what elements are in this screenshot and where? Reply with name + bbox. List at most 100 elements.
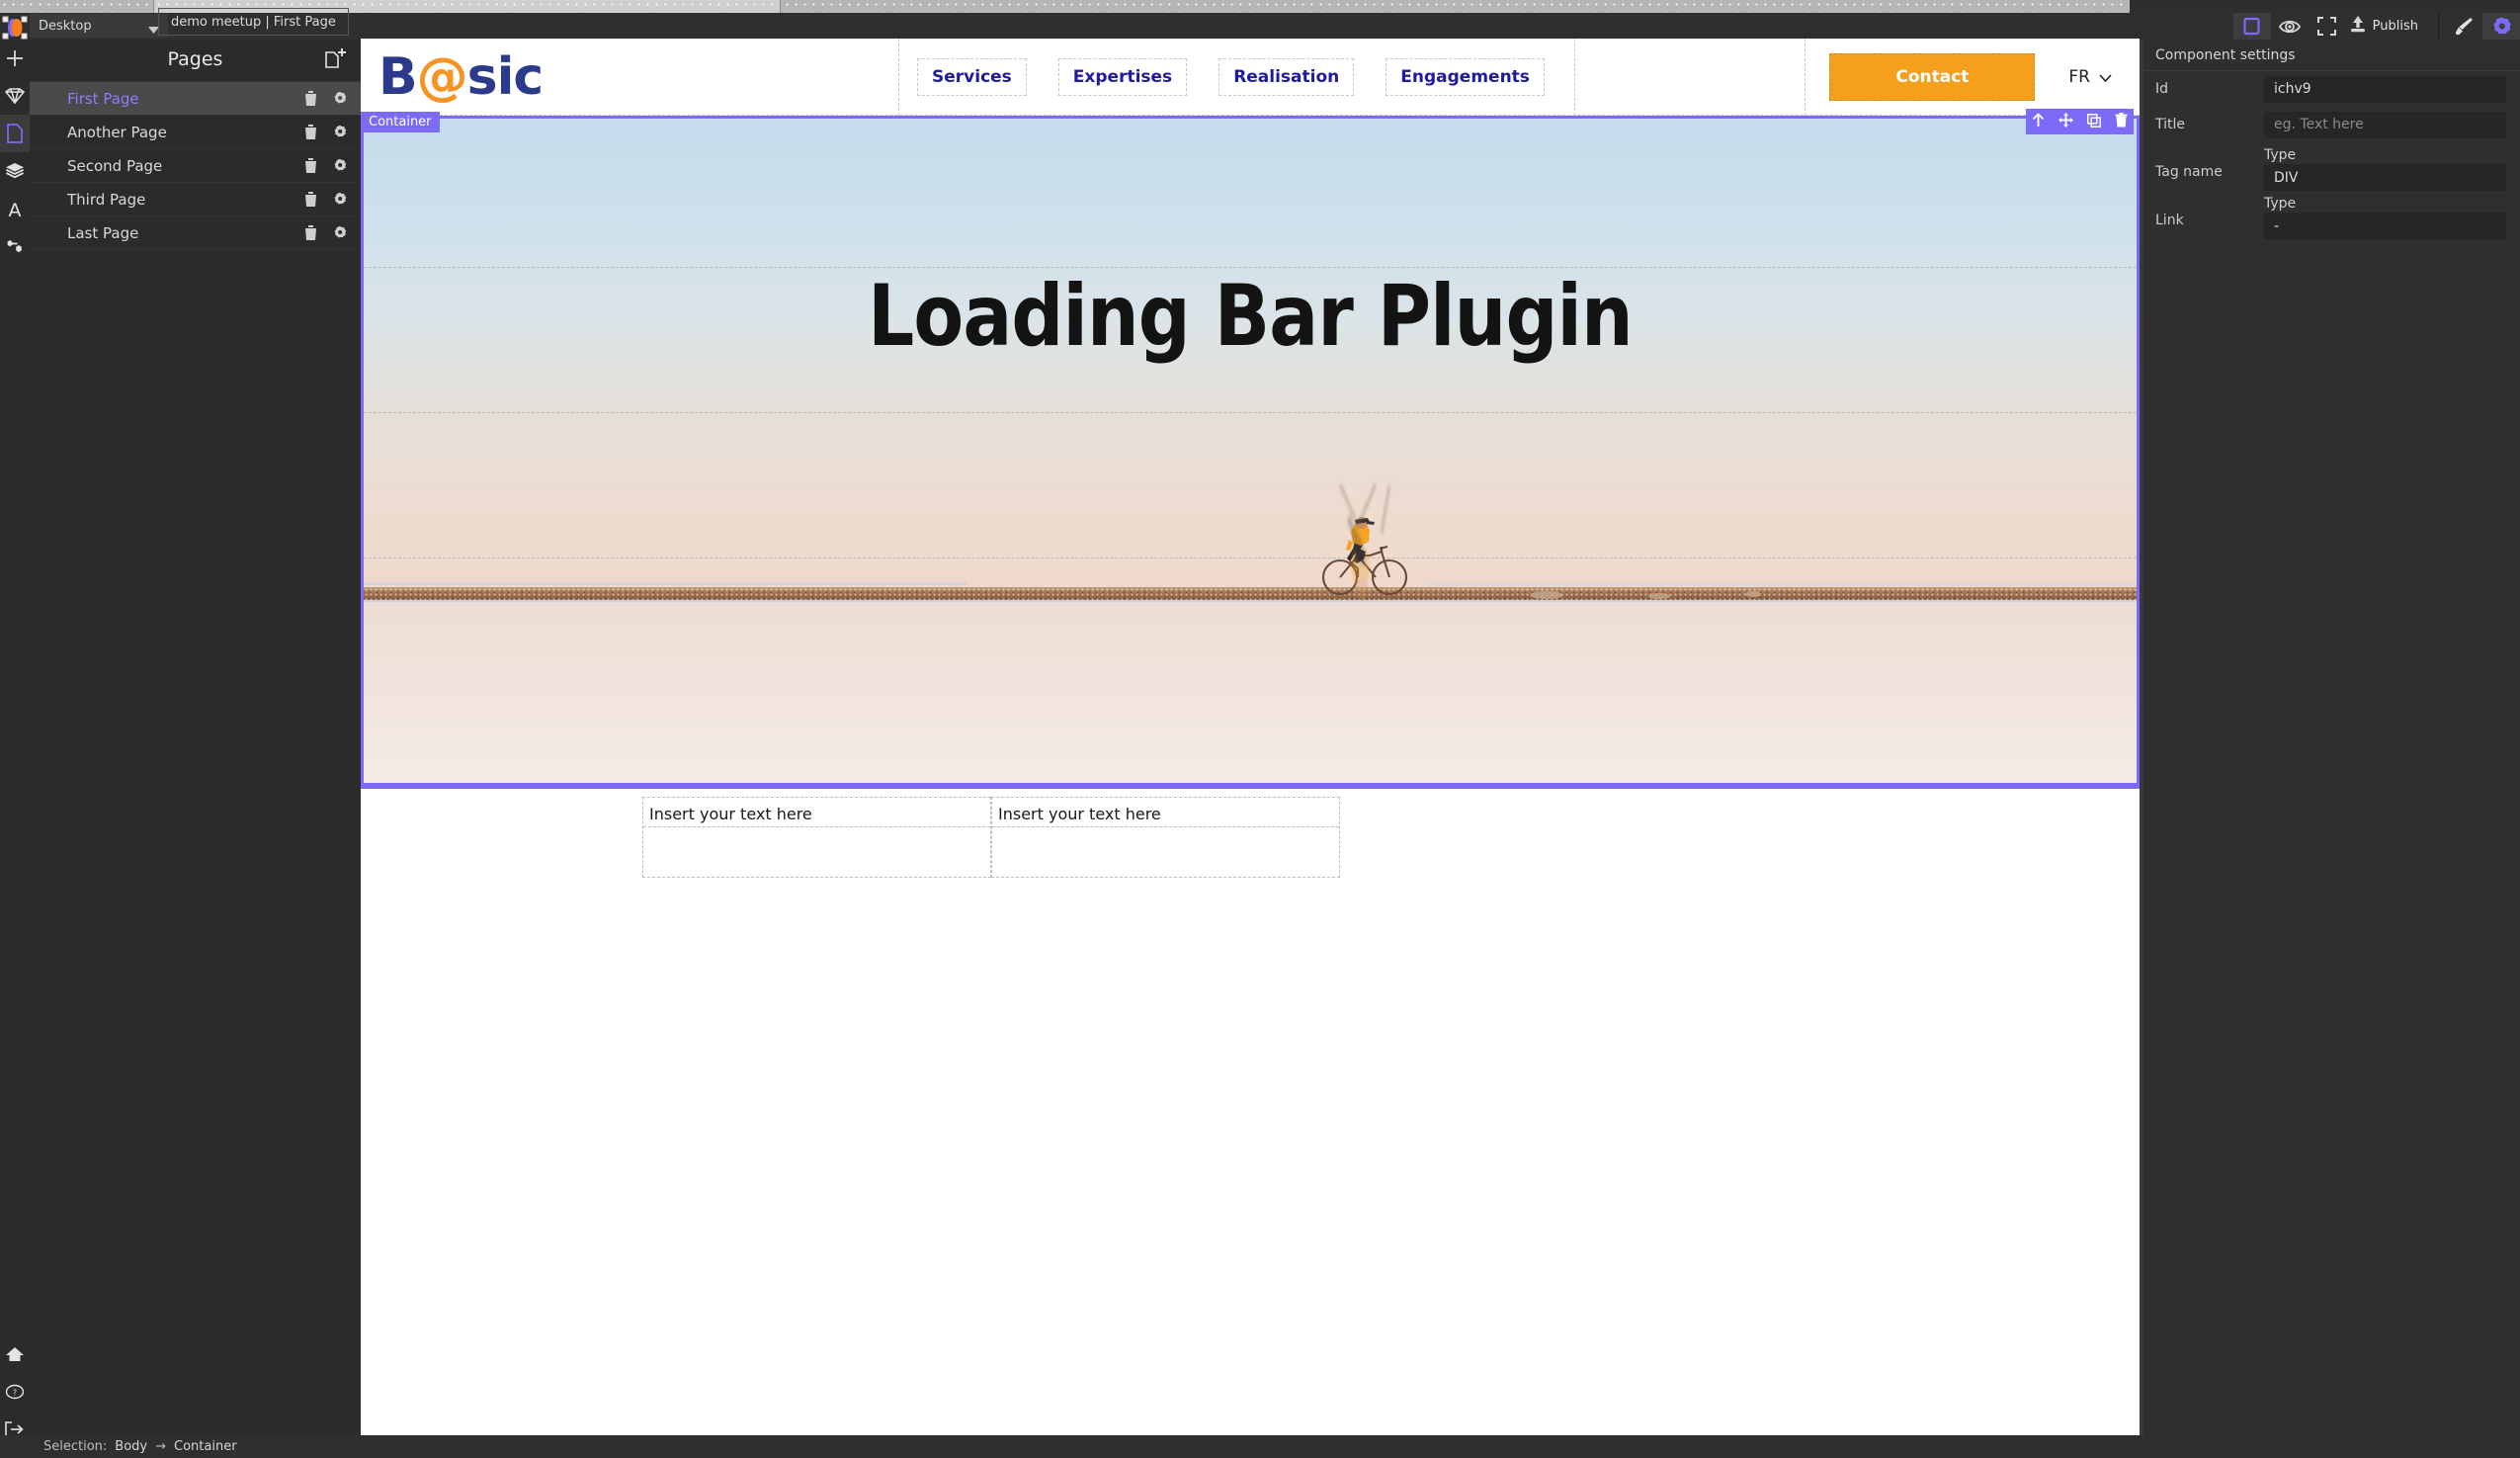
gear-icon[interactable] (333, 91, 347, 110)
language-select-value: FR (2068, 66, 2090, 87)
sidebar-item-pages[interactable] (0, 115, 30, 152)
column-cell[interactable]: Insert your text here (991, 797, 1340, 878)
nav-item-realisation[interactable]: Realisation (1218, 57, 1355, 96)
selection-label-badge: Container (361, 112, 440, 132)
page-list: First Page Another Page Second Page Thir… (30, 81, 361, 250)
chevron-down-icon (2099, 67, 2112, 87)
horizon-line-left (364, 582, 966, 585)
page-list-item[interactable]: Third Page (30, 183, 361, 216)
column-cell[interactable]: Insert your text here (642, 797, 991, 878)
delete-icon[interactable] (2115, 112, 2128, 131)
move-handle-icon[interactable] (2058, 112, 2073, 131)
hero-causeway (364, 587, 2137, 600)
nav-item-engagements[interactable]: Engagements (1386, 57, 1545, 96)
trash-icon[interactable] (304, 125, 317, 143)
contact-button[interactable]: Contact (1829, 52, 2036, 101)
style-brush-icon[interactable] (2445, 13, 2482, 40)
field-label: Link (2155, 213, 2184, 228)
trash-icon[interactable] (304, 225, 317, 244)
logo-text-before: B (378, 46, 418, 107)
field-label: Id (2155, 81, 2169, 97)
layers-icon[interactable] (0, 152, 30, 190)
site-logo-cell[interactable]: B@sic (361, 39, 899, 116)
page-list-item[interactable]: Another Page (30, 116, 361, 149)
header-spacer-cell (1573, 39, 1806, 116)
settings-gear-icon[interactable] (2482, 13, 2520, 40)
breadcrumb-leaf[interactable]: Container (174, 1439, 237, 1454)
columns-row: Insert your text here Insert your text h… (361, 786, 2140, 878)
logo-at-symbol: @ (416, 46, 468, 107)
hero-title[interactable]: Loading Bar Plugin (488, 267, 2013, 366)
trash-icon[interactable] (304, 91, 317, 110)
link-field[interactable]: - (2264, 213, 2506, 239)
page-list-item-label: Third Page (67, 190, 146, 209)
nav-item-services[interactable]: Services (917, 57, 1027, 96)
language-select[interactable]: FR (2068, 67, 2112, 87)
text-icon[interactable]: A (0, 190, 30, 227)
logo-text-after: sic (466, 46, 545, 107)
breadcrumb-root[interactable]: Body (115, 1439, 147, 1454)
hero-rock (1648, 593, 1670, 599)
publish-label: Publish (2372, 19, 2418, 34)
svg-text:A: A (9, 200, 22, 218)
gem-icon[interactable] (0, 77, 30, 115)
tagname-field[interactable]: DIV (2264, 164, 2506, 191)
breadcrumb-arrow-icon: → (155, 1439, 167, 1454)
page-row-actions (304, 91, 347, 110)
horizon-line-right (1427, 583, 2137, 586)
site-logo: B@sic (378, 51, 544, 103)
hero-cyclist-reflection (1320, 282, 1409, 601)
page-list-item-label: First Page (67, 89, 139, 108)
new-page-icon[interactable] (324, 47, 347, 74)
svg-text:?: ? (13, 1389, 17, 1398)
canvas-vertical-scrollbar[interactable] (2140, 40, 2143, 1435)
gear-icon[interactable] (333, 125, 347, 143)
canvas-viewport[interactable]: B@sic Services Expertises Realisation En… (361, 35, 2144, 1437)
gear-icon[interactable] (333, 158, 347, 177)
current-page-chip[interactable]: demo meetup | First Page (158, 8, 349, 36)
site-header: B@sic Services Expertises Realisation En… (361, 39, 2140, 116)
page-row-actions (304, 192, 347, 211)
page-list-item-label: Second Page (67, 156, 163, 175)
page-row-actions (304, 225, 347, 244)
plugins-icon[interactable] (0, 227, 30, 265)
title-field[interactable]: eg. Text here (2264, 111, 2506, 138)
component-settings-panel: Component settings Id ichv9 Title eg. Te… (2144, 40, 2520, 1458)
preview-icon[interactable] (2271, 13, 2309, 40)
hero-container[interactable]: Loading Bar Plugin (361, 116, 2140, 786)
device-select[interactable]: Desktop (30, 14, 168, 38)
column-text[interactable]: Insert your text here (643, 798, 990, 827)
header-cta-group: Contact FR (1806, 52, 2140, 101)
publish-button[interactable]: Publish (2346, 15, 2432, 38)
column-text[interactable]: Insert your text here (992, 798, 1339, 827)
page-list-item[interactable]: Last Page (30, 216, 361, 250)
site-preview[interactable]: B@sic Services Expertises Realisation En… (361, 39, 2140, 1437)
settings-row-tagname: Tag name Type DIV (2144, 142, 2520, 191)
id-field[interactable]: ichv9 (2264, 75, 2506, 103)
trash-icon[interactable] (304, 192, 317, 211)
page-row-actions (304, 125, 347, 143)
duplicate-icon[interactable] (2087, 113, 2101, 131)
left-icon-rail: A ? (0, 40, 30, 1458)
border-toggle-button[interactable] (2232, 13, 2271, 40)
pages-panel: Pages First Page Another Page Second Pag… (30, 40, 361, 1443)
page-list-item[interactable]: Second Page (30, 149, 361, 183)
page-list-item-label: Another Page (67, 123, 167, 141)
trash-icon[interactable] (304, 158, 317, 177)
gear-icon[interactable] (333, 192, 347, 211)
app-logo-icon (2, 15, 28, 41)
add-icon[interactable] (0, 40, 30, 77)
help-icon[interactable]: ? (0, 1373, 30, 1411)
field-type-label: Type (2264, 196, 2297, 212)
fullscreen-icon[interactable] (2309, 13, 2346, 40)
select-parent-arrow-icon[interactable] (2032, 112, 2045, 131)
settings-row-title: Title eg. Text here (2144, 107, 2520, 142)
home-icon[interactable] (0, 1335, 30, 1373)
gear-icon[interactable] (333, 225, 347, 244)
hero-water (364, 600, 2137, 783)
nav-item-expertises[interactable]: Expertises (1057, 57, 1188, 96)
page-list-item[interactable]: First Page (30, 82, 361, 116)
selection-toolbar (2026, 109, 2134, 134)
app-window: Desktop demo meetup | First Page Publish… (0, 0, 2520, 1458)
field-type-label: Type (2264, 147, 2297, 163)
